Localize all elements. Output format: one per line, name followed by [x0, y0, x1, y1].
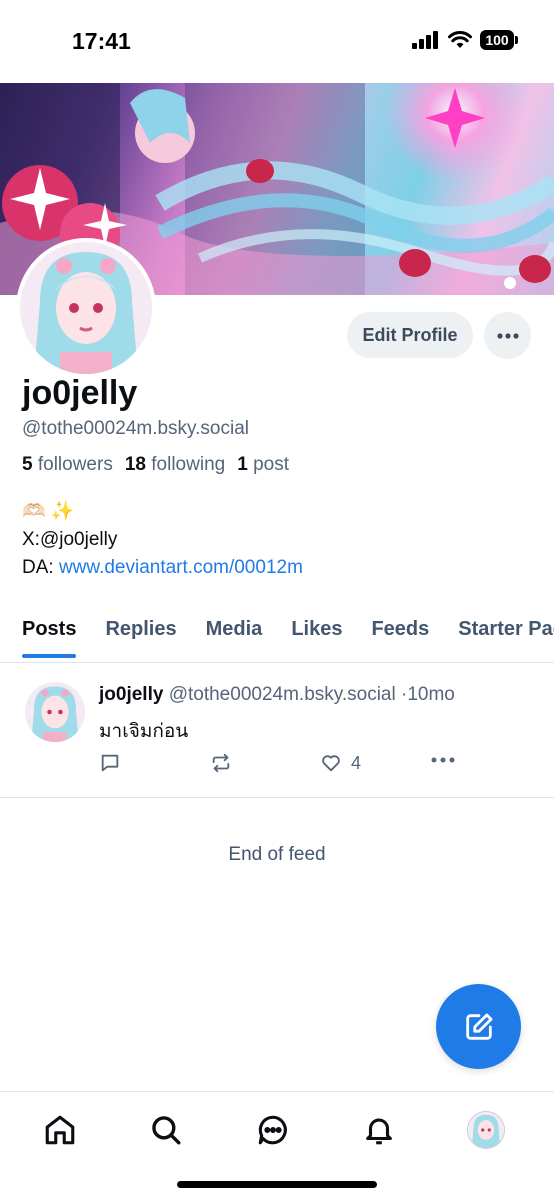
repost-icon — [212, 753, 230, 773]
tab-feeds[interactable]: Feeds — [371, 606, 429, 662]
followers-label: followers — [37, 454, 113, 475]
avatar-artwork — [20, 242, 152, 374]
tab-starter-packs[interactable]: Starter Packs — [458, 606, 554, 662]
display-name: jo0jelly — [22, 374, 138, 412]
home-icon — [45, 1115, 75, 1145]
tab-label: Likes — [291, 618, 343, 640]
compose-button[interactable] — [436, 984, 521, 1069]
search-icon — [152, 1116, 181, 1145]
tab-label: Starter Packs — [458, 618, 554, 640]
post-more-button[interactable] — [430, 756, 456, 764]
nav-search[interactable] — [146, 1110, 186, 1150]
end-of-feed-text: End of feed — [228, 844, 326, 865]
post-author-name[interactable]: jo0jelly — [99, 684, 163, 705]
post-header: jo0jelly @tothe00024m.bsky.social ·10mo — [99, 684, 455, 706]
post-time[interactable]: 10mo — [407, 684, 455, 705]
profile-bio: 🫶🏻 ✨ X:@jo0jelly DA: www.deviantart.com/… — [22, 498, 303, 582]
signal-icon — [412, 31, 438, 49]
profile-more-button[interactable] — [484, 312, 531, 359]
battery-level: 100 — [485, 32, 509, 48]
posts-label: post — [253, 454, 289, 475]
tab-label: Replies — [105, 618, 177, 640]
nav-chat[interactable] — [253, 1110, 293, 1150]
reply-button[interactable] — [99, 752, 121, 774]
nav-notifications[interactable] — [359, 1110, 399, 1150]
status-time: 17:41 — [72, 28, 131, 54]
post-avatar-artwork — [25, 682, 85, 742]
bio-line-da: DA: www.deviantart.com/00012m — [22, 554, 303, 582]
post-divider — [0, 797, 554, 798]
home-indicator — [177, 1181, 377, 1188]
tab-label: Posts — [22, 618, 77, 640]
reply-icon — [101, 754, 119, 772]
heart-icon — [322, 755, 340, 772]
post-author-handle[interactable]: @tothe00024m.bsky.social — [169, 684, 396, 705]
posts-stat: 1 post — [237, 454, 289, 476]
like-button[interactable]: 4 — [319, 752, 361, 774]
compose-icon — [465, 1013, 492, 1040]
bell-icon — [366, 1118, 392, 1145]
bio-link[interactable]: www.deviantart.com/00012m — [59, 557, 303, 578]
tabs-divider — [0, 662, 554, 663]
following-stat[interactable]: 18 following — [125, 454, 225, 476]
wifi-icon — [448, 31, 472, 48]
nav-home[interactable] — [40, 1110, 80, 1150]
post-text: มาเจิมก่อน — [99, 721, 189, 742]
tab-replies[interactable]: Replies — [105, 606, 176, 662]
nav-profile[interactable] — [466, 1110, 506, 1150]
edit-profile-button[interactable]: Edit Profile — [347, 312, 473, 358]
active-tab-indicator — [22, 654, 77, 658]
profile-handle: @tothe00024m.bsky.social — [22, 418, 249, 439]
bio-emojis: 🫶🏻 ✨ — [22, 501, 75, 522]
profile-avatar[interactable] — [16, 238, 156, 378]
battery-indicator: 100 — [480, 30, 518, 50]
followers-count: 5 — [22, 454, 33, 475]
post-author-avatar[interactable] — [25, 682, 85, 742]
following-count: 18 — [124, 454, 146, 475]
bio-line-x: X:@jo0jelly — [22, 529, 118, 550]
tab-media[interactable]: Media — [206, 606, 263, 662]
profile-stats: 5 followers 18 following 1 post — [22, 454, 289, 476]
chat-icon — [258, 1115, 287, 1145]
bottom-nav — [0, 1091, 554, 1172]
more-icon — [496, 332, 519, 339]
posts-count: 1 — [237, 454, 248, 475]
followers-stat[interactable]: 5 followers — [22, 454, 113, 476]
tab-label: Feeds — [371, 618, 430, 640]
repost-button[interactable] — [209, 752, 233, 774]
more-icon — [431, 757, 455, 763]
tab-posts[interactable]: Posts — [22, 606, 77, 662]
status-icons: 100 — [412, 30, 518, 50]
nav-profile-avatar — [467, 1111, 505, 1149]
like-count: 4 — [351, 752, 362, 773]
profile-tabs: Posts Replies Media Likes Feeds Starter … — [0, 606, 554, 662]
tab-likes[interactable]: Likes — [291, 606, 342, 662]
bio-da-prefix: DA: — [22, 557, 59, 578]
following-label: following — [151, 454, 226, 475]
tab-label: Media — [205, 618, 263, 640]
